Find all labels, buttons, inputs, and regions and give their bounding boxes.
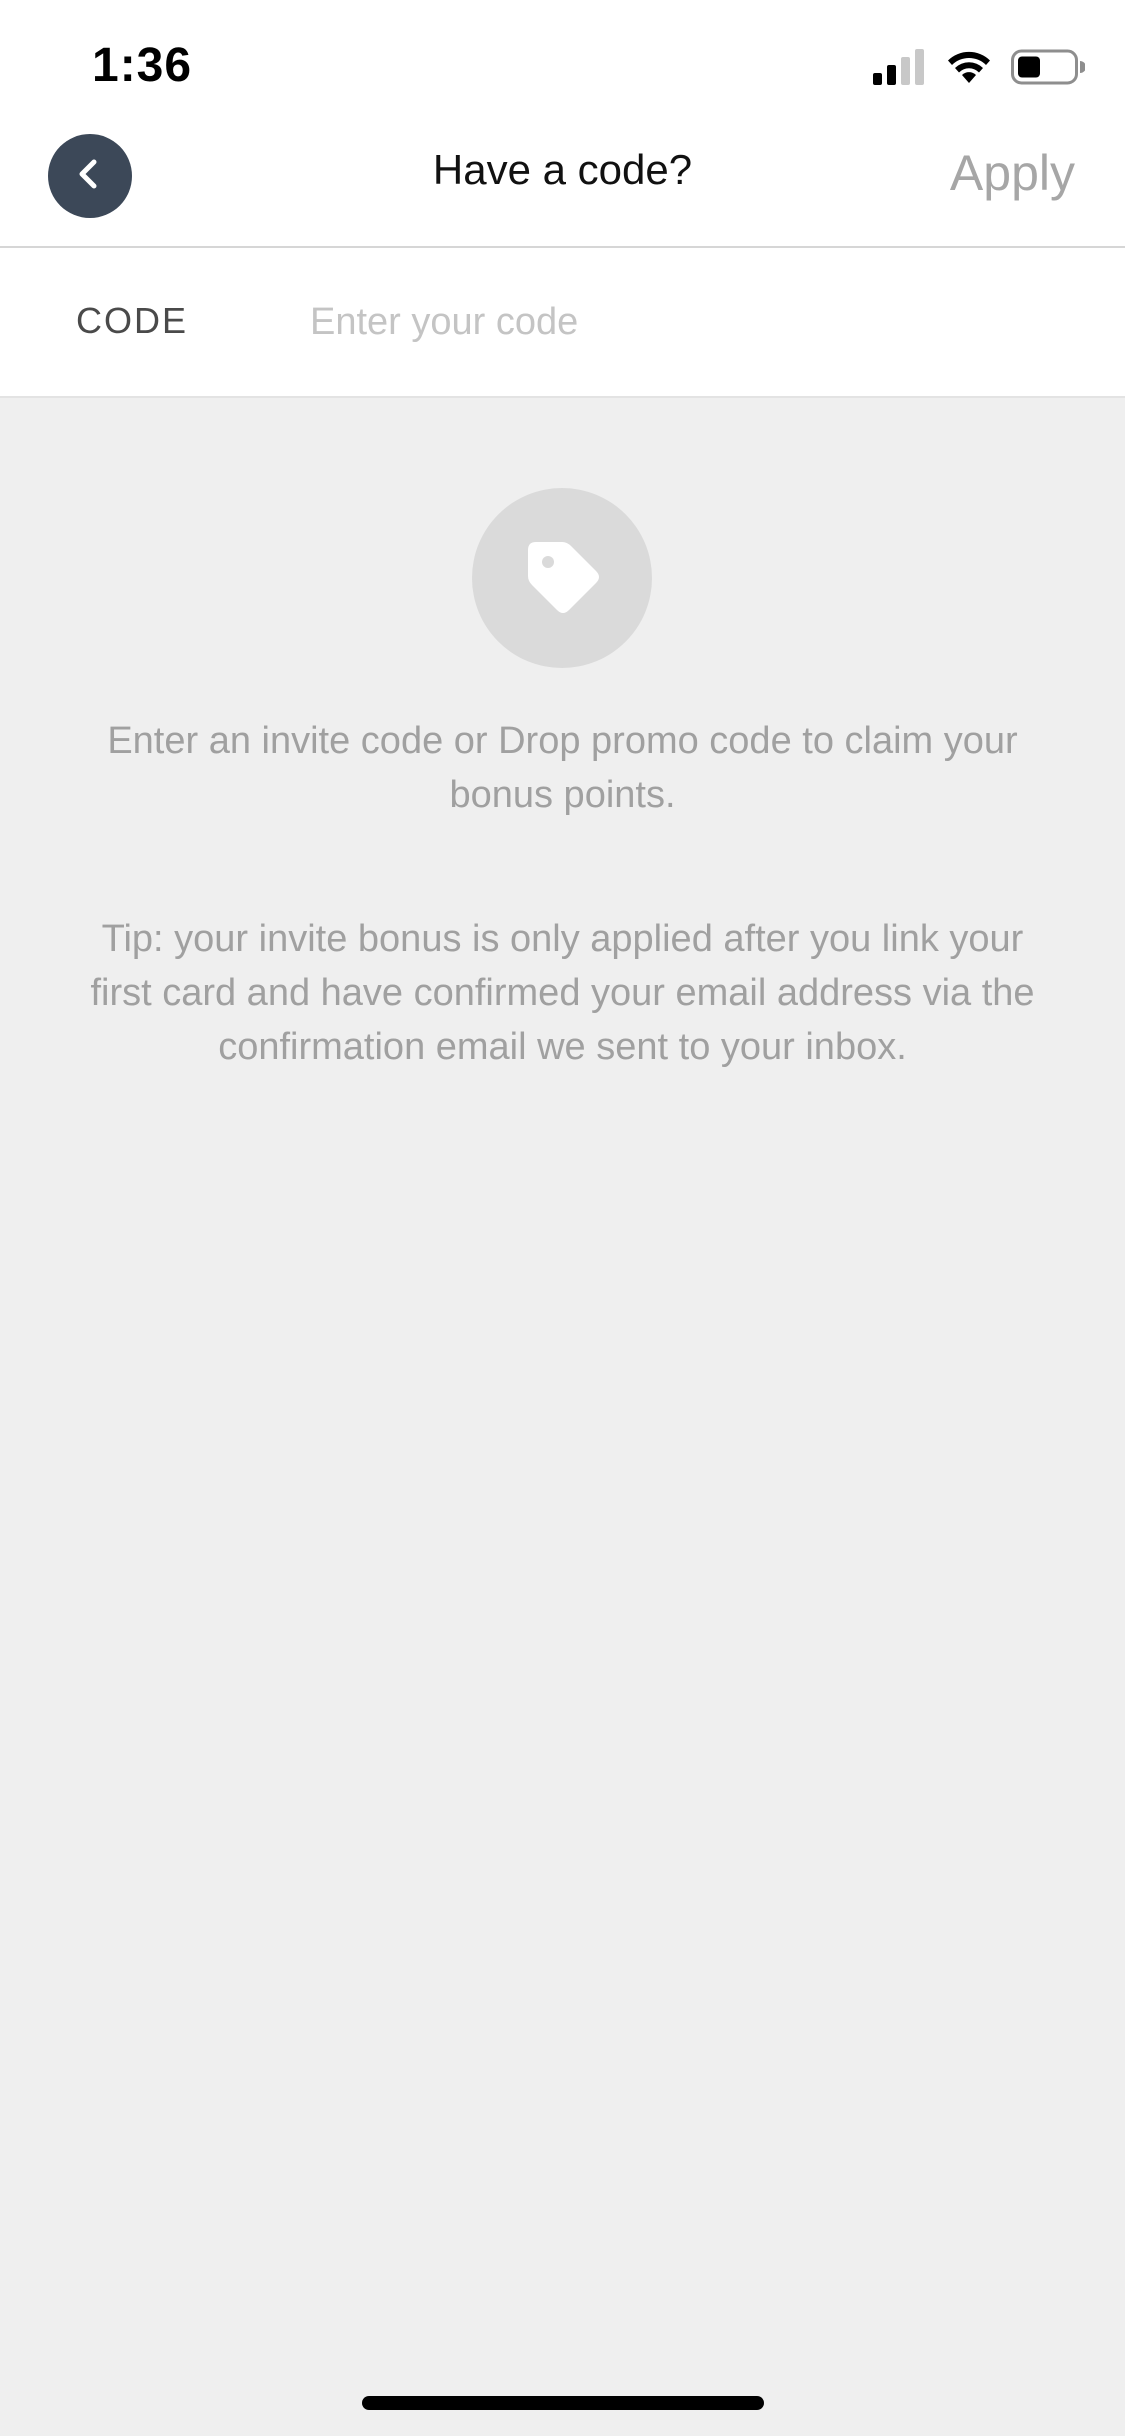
home-indicator[interactable] — [362, 2396, 764, 2410]
screen: 1:36 Have a code? Apply CODE Enter your … — [0, 0, 1125, 2436]
code-input[interactable] — [310, 288, 1070, 356]
code-row: CODE — [0, 248, 1125, 398]
status-bar: 1:36 — [0, 0, 1125, 132]
cellular-signal-icon — [873, 48, 927, 90]
status-time: 1:36 — [92, 39, 193, 92]
apply-button[interactable]: Apply — [950, 144, 1075, 202]
tip-message: Tip: your invite bonus is only applied a… — [90, 918, 1035, 1068]
battery-icon — [1011, 49, 1086, 90]
tag-icon-badge — [472, 488, 652, 668]
status-icons — [873, 48, 1086, 90]
invite-message: Enter an invite code or Drop promo code … — [107, 720, 1018, 816]
wifi-icon — [945, 49, 993, 90]
nav-bar: Have a code? Apply — [0, 132, 1125, 248]
tag-icon — [514, 528, 610, 629]
code-label: CODE — [76, 300, 189, 341]
